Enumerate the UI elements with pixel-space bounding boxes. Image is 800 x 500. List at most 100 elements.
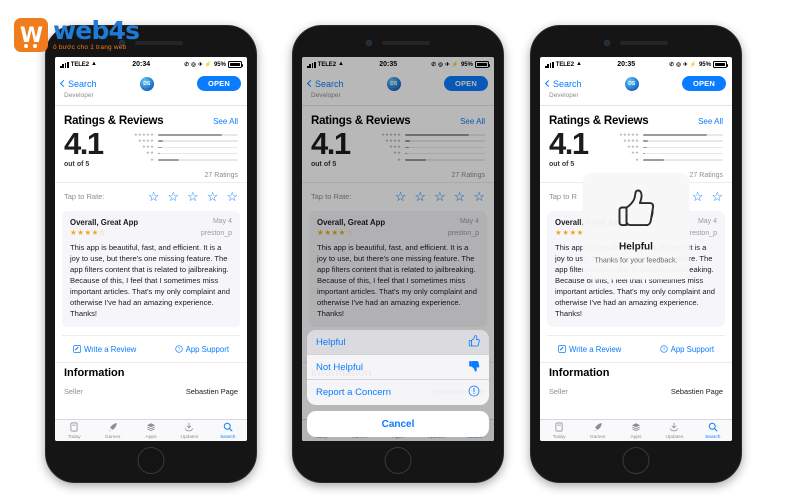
rate-star-5-icon[interactable]: ☆ bbox=[226, 190, 238, 203]
tab-games[interactable]: Games bbox=[93, 422, 131, 440]
toast-subtitle: Thanks for your feedback. bbox=[594, 255, 678, 265]
histogram-fill bbox=[643, 140, 648, 143]
ratings-count: 27 Ratings bbox=[204, 172, 238, 180]
tab-label: Updates bbox=[665, 434, 684, 440]
ratings-histogram: ★★★★★ ★★★★ ★★★ ★★ ★ bbox=[611, 129, 723, 163]
review-actions: Write a Review ? App Support bbox=[62, 334, 240, 362]
tab-updates[interactable]: Updates bbox=[655, 422, 693, 440]
histogram-fill bbox=[643, 152, 646, 155]
review-author: preston_p bbox=[685, 229, 717, 237]
tab-games[interactable]: Games bbox=[578, 422, 616, 440]
signal-bars-icon bbox=[60, 61, 69, 68]
phone-1: TELE2 20:34 ✆ ◎ ✈ ⚡ 95% Search DS OPEN D… bbox=[45, 25, 257, 483]
ratings-section-header: Ratings & Reviews See All bbox=[540, 106, 732, 127]
back-to-search-button[interactable]: Search bbox=[544, 79, 582, 89]
see-all-link[interactable]: See All bbox=[698, 117, 723, 126]
brand-logo: W web4s ô bước cho 1 trang web bbox=[14, 16, 140, 52]
histogram-star-count: ★ bbox=[634, 156, 639, 162]
status-indicator-icons: ✆ ◎ ✈ ⚡ bbox=[184, 61, 212, 68]
tab-label: Today bbox=[67, 434, 81, 440]
search-icon bbox=[223, 422, 233, 434]
tab-search[interactable]: Search bbox=[209, 422, 247, 440]
brand-mark-dot-right bbox=[33, 44, 37, 48]
brand-mark-icon: W bbox=[14, 18, 48, 52]
histogram-star-count: ★★★★ bbox=[137, 138, 154, 144]
app-support-button[interactable]: ? App Support bbox=[660, 345, 714, 354]
front-camera-icon bbox=[366, 40, 372, 46]
tab-search[interactable]: Search bbox=[694, 422, 732, 440]
thumbs-up-icon bbox=[613, 187, 659, 236]
information-value: Sebastien Page bbox=[670, 386, 723, 396]
review-author: preston_p bbox=[200, 229, 232, 237]
tab-updates[interactable]: Updates bbox=[170, 422, 208, 440]
tab-today[interactable]: Today bbox=[540, 422, 578, 440]
phone-1-screen: TELE2 20:34 ✆ ◎ ✈ ⚡ 95% Search DS OPEN D… bbox=[55, 57, 247, 441]
write-a-review-button[interactable]: Write a Review bbox=[73, 345, 136, 354]
information-value: Sebastien Page bbox=[185, 386, 238, 396]
action-sheet-cancel-button[interactable]: Cancel bbox=[307, 411, 489, 437]
tab-today[interactable]: Today bbox=[55, 422, 93, 440]
tab-apps[interactable]: Apps bbox=[617, 422, 655, 440]
review-title: Overall, Great App bbox=[70, 218, 139, 228]
rate-stars[interactable]: ☆ ☆ ☆ ☆ ☆ bbox=[148, 190, 238, 203]
review-actions: Write a Review ? App Support bbox=[547, 334, 725, 362]
histogram-fill bbox=[643, 159, 664, 161]
histogram-fill bbox=[158, 159, 179, 161]
tab-label: Search bbox=[705, 434, 721, 440]
rate-star-1-icon[interactable]: ☆ bbox=[148, 190, 160, 203]
app-icon: DS bbox=[624, 76, 639, 91]
phone-3-camera-speaker bbox=[604, 40, 668, 46]
rate-star-3-icon[interactable]: ☆ bbox=[187, 190, 199, 203]
action-sheet-item-report-a-concern[interactable]: Report a Concern bbox=[307, 380, 489, 405]
brand-name: web4s bbox=[53, 16, 140, 46]
rate-star-2-icon[interactable]: ☆ bbox=[167, 190, 179, 203]
histogram-star-count: ★★★★★ bbox=[133, 131, 154, 137]
open-app-button[interactable]: OPEN bbox=[196, 76, 241, 91]
information-row: Seller Sebastien Page bbox=[55, 384, 247, 400]
histogram-row: ★ bbox=[611, 157, 723, 163]
thumbs-up-icon bbox=[468, 334, 480, 350]
action-sheet-item-helpful[interactable]: Helpful bbox=[307, 330, 489, 355]
rate-star-4-icon[interactable]: ☆ bbox=[692, 190, 704, 203]
tab-label: Games bbox=[589, 434, 606, 440]
ratings-summary: 4.1 out of 5 ★★★★★ ★★★★ ★★★ ★★ ★ bbox=[540, 127, 732, 168]
developer-label: Developer bbox=[64, 92, 94, 99]
review-date: May 4 bbox=[212, 218, 232, 226]
home-button[interactable] bbox=[622, 447, 650, 474]
app-support-button[interactable]: ? App Support bbox=[175, 345, 229, 354]
see-all-link[interactable]: See All bbox=[213, 117, 238, 126]
write-a-review-button[interactable]: Write a Review bbox=[558, 345, 621, 354]
review-card[interactable]: Overall, Great App May 4 ★★★★☆ preston_p… bbox=[62, 211, 240, 327]
rate-star-4-icon[interactable]: ☆ bbox=[207, 190, 219, 203]
status-bar: TELE2 20:35 ✆ ◎ ✈ ⚡ 95% bbox=[540, 57, 732, 72]
rate-star-5-icon[interactable]: ☆ bbox=[711, 190, 723, 203]
front-camera-icon bbox=[604, 40, 610, 46]
write-a-review-label: Write a Review bbox=[84, 344, 137, 354]
score-out-of: out of 5 bbox=[549, 161, 575, 169]
back-to-search-button[interactable]: Search bbox=[59, 79, 97, 89]
histogram-star-count: ★★ bbox=[630, 150, 639, 156]
histogram-star-count: ★★ bbox=[145, 150, 154, 156]
home-button[interactable] bbox=[137, 447, 165, 474]
information-key: Seller bbox=[549, 386, 568, 396]
open-app-button[interactable]: OPEN bbox=[681, 76, 726, 91]
svg-text:?: ? bbox=[177, 347, 180, 352]
stack-icon bbox=[631, 422, 641, 434]
tab-label: Apps bbox=[630, 434, 642, 440]
histogram-fill bbox=[158, 140, 163, 143]
status-time: 20:34 bbox=[132, 61, 151, 68]
review-date: May 4 bbox=[697, 218, 717, 226]
home-button[interactable] bbox=[384, 447, 412, 474]
download-icon bbox=[184, 422, 194, 434]
action-sheet-item-not-helpful[interactable]: Not Helpful bbox=[307, 355, 489, 380]
ratings-section-header: Ratings & Reviews See All bbox=[55, 106, 247, 127]
average-score: 4.1 out of 5 bbox=[64, 128, 116, 169]
review-stars: ★★★★☆ bbox=[70, 229, 106, 237]
tab-apps[interactable]: Apps bbox=[132, 422, 170, 440]
earpiece-speaker bbox=[135, 41, 183, 45]
review-body: This app is beautiful, fast, and efficie… bbox=[70, 242, 231, 318]
histogram-track bbox=[158, 152, 238, 155]
tab-bar: Today Games Apps Updates Search bbox=[540, 419, 732, 441]
histogram-star-count: ★★★★ bbox=[622, 138, 639, 144]
carrier-label: TELE2 bbox=[555, 61, 574, 68]
